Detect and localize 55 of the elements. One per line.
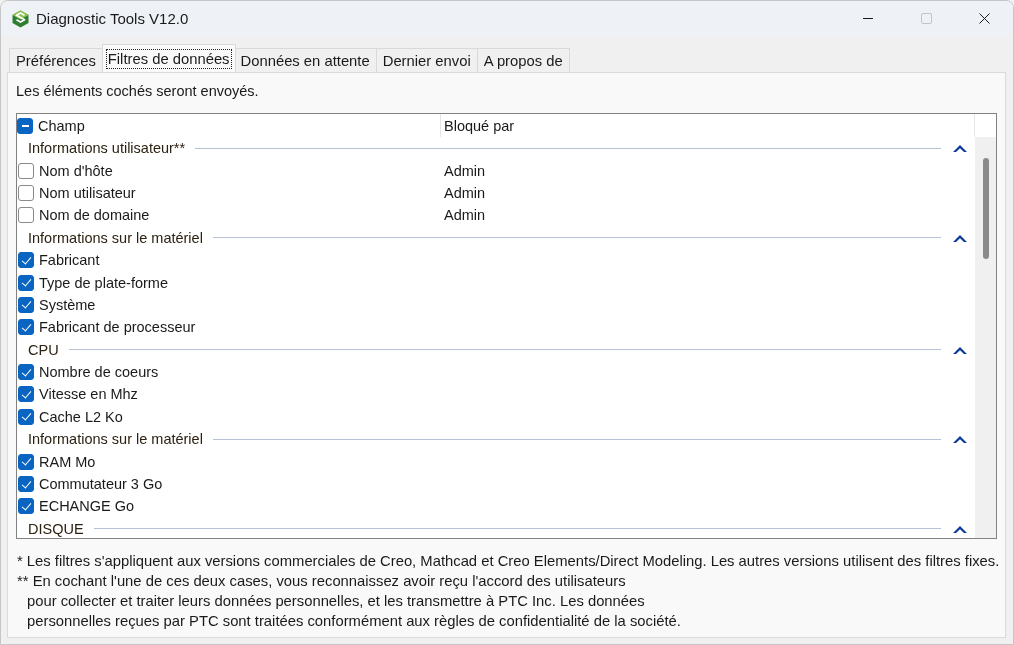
blocked-by-text: Admin [444, 184, 486, 201]
group-title: Informations utilisateur** [28, 140, 186, 157]
checkbox[interactable] [18, 498, 34, 515]
checkbox[interactable] [18, 476, 34, 493]
checkbox[interactable] [18, 207, 34, 224]
field-label: Système [39, 296, 96, 313]
window-title: Diagnostic Tools V12.0 [36, 10, 190, 27]
field-label: Cache L2 Ko [39, 408, 123, 425]
column-header[interactable]: Champ [38, 117, 85, 134]
field-label: Nom utilisateur [39, 184, 136, 201]
blocked-by-text: Admin [444, 162, 486, 179]
checkbox[interactable] [18, 386, 34, 403]
field-label: RAM Mo [39, 453, 96, 470]
tab[interactable]: Filtres de données [101, 44, 236, 72]
field-label: Commutateur 3 Go [39, 476, 163, 493]
maximize-icon [920, 13, 932, 24]
chevron-up-icon[interactable] [953, 144, 967, 153]
app-logo-icon [12, 9, 29, 28]
group-title: DISQUE [28, 520, 84, 537]
field-label: Type de plate-forme [39, 274, 168, 291]
scrollbar[interactable] [975, 137, 996, 538]
column-header[interactable]: Bloqué par [444, 117, 515, 134]
checkbox[interactable] [18, 453, 34, 470]
field-label: Nombre de coeurs [39, 364, 159, 381]
checkbox[interactable] [18, 162, 34, 179]
checkbox[interactable] [18, 408, 34, 425]
group-title: Informations sur le matériel [28, 431, 203, 448]
field-label: Fabricant [39, 252, 100, 269]
blocked-by-text: Admin [444, 207, 486, 224]
checkbox[interactable] [18, 296, 34, 313]
field-label: ECHANGE Go [39, 498, 135, 515]
chevron-up-icon[interactable] [953, 345, 967, 354]
field-label: Nom d'hôte [39, 162, 113, 179]
checkbox[interactable] [18, 319, 34, 336]
checkbox[interactable] [18, 252, 34, 269]
checkbox[interactable] [18, 184, 34, 201]
tab[interactable]: A propos de [476, 48, 570, 72]
chevron-up-icon[interactable] [953, 233, 967, 242]
group-title: Informations sur le matériel [28, 229, 203, 246]
chevron-up-icon[interactable] [953, 524, 967, 533]
group-title: CPU [28, 341, 59, 358]
chevron-up-icon[interactable] [953, 435, 967, 444]
footnote: * Les filtres s'appliquent aux versions commerciales de Creo, Mathcad et Creo Elements/Direct Modeling. Les autres versions utilisent des filtres fixes. [16, 552, 1000, 571]
close-icon [978, 13, 990, 24]
footnote: ** En cochant l'une de ces deux cases, vous reconnaissez avoir reçu l'accord des utilisateurs pour collecter et traiter leurs données personnelles, et les transmettre à PTC Inc. Les données personnelles reçues par PTC sont traitées conformément aux règles de confidentialité de la société. [16, 572, 681, 631]
checkbox[interactable] [18, 364, 34, 381]
field-label: Nom de domaine [39, 207, 150, 224]
checkbox[interactable] [18, 274, 34, 291]
field-label: Vitesse en Mhz [39, 386, 138, 403]
tab[interactable]: Préférences [9, 48, 103, 72]
field-label: Fabricant de processeur [39, 319, 196, 336]
scrollbar-thumb[interactable] [983, 158, 989, 259]
select-all-checkbox[interactable] [17, 117, 33, 134]
instruction-text: Les éléments cochés seront envoyés. [16, 82, 259, 100]
minimize-icon [863, 18, 873, 19]
